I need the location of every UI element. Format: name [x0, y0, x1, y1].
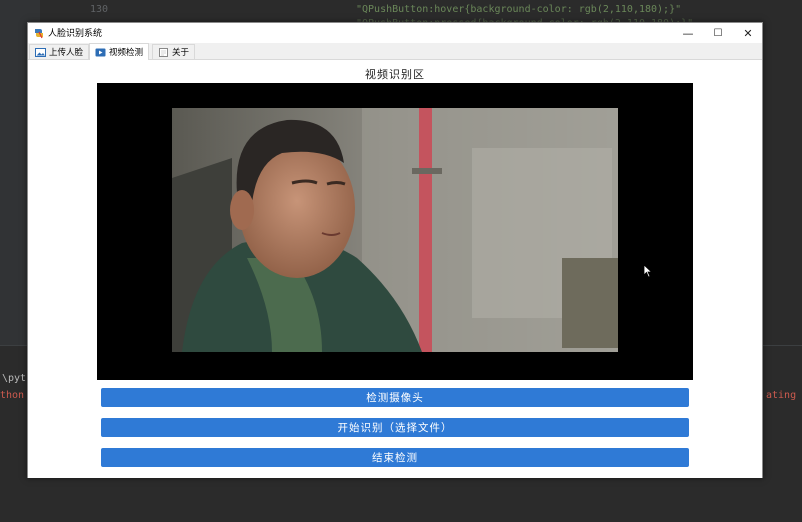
window-title: 人脸识别系统 [48, 29, 103, 39]
document-icon [159, 47, 168, 57]
terminal-text: thon [0, 390, 25, 401]
tab-about[interactable]: 关于 [152, 44, 196, 59]
tab-bar: 上传人脸 视频检测 关于 [28, 43, 762, 60]
tab-label: 关于 [172, 48, 190, 58]
app-window: 人脸识别系统 — ☐ ✕ 上传人脸 视频检测 关于 视频识别区 检测摄像头 开始… [27, 22, 763, 478]
terminal-text: ating a [766, 390, 802, 401]
stop-detection-button[interactable]: 结束检测 [101, 448, 689, 467]
video-detect-panel: 视频识别区 检测摄像头 开始识别（选择文件） 结束检测 [28, 60, 762, 478]
mouse-cursor-icon [643, 264, 653, 278]
code-line: "QPushButton:hover{background-color: rgb… [356, 4, 682, 15]
line-number: 130 [90, 4, 109, 15]
video-display [97, 83, 693, 380]
title-bar: 人脸识别系统 — ☐ ✕ [28, 23, 762, 43]
tab-upload-face[interactable]: 上传人脸 [29, 44, 90, 59]
minimize-button[interactable]: — [673, 23, 703, 43]
video-frame [172, 108, 618, 352]
close-button[interactable]: ✕ [733, 23, 763, 43]
terminal-text: \pyt [2, 373, 27, 384]
maximize-button[interactable]: ☐ [703, 23, 733, 43]
video-frame-image [172, 108, 618, 352]
tab-label: 上传人脸 [49, 48, 84, 58]
tab-label: 视频检测 [109, 48, 144, 58]
image-icon [35, 47, 46, 57]
detect-camera-button[interactable]: 检测摄像头 [101, 388, 689, 407]
video-icon [95, 48, 106, 56]
region-title: 视频识别区 [365, 68, 425, 81]
start-recognition-button[interactable]: 开始识别（选择文件） [101, 418, 689, 437]
python-app-icon [35, 29, 43, 39]
tab-video-detect[interactable]: 视频检测 [89, 43, 150, 60]
